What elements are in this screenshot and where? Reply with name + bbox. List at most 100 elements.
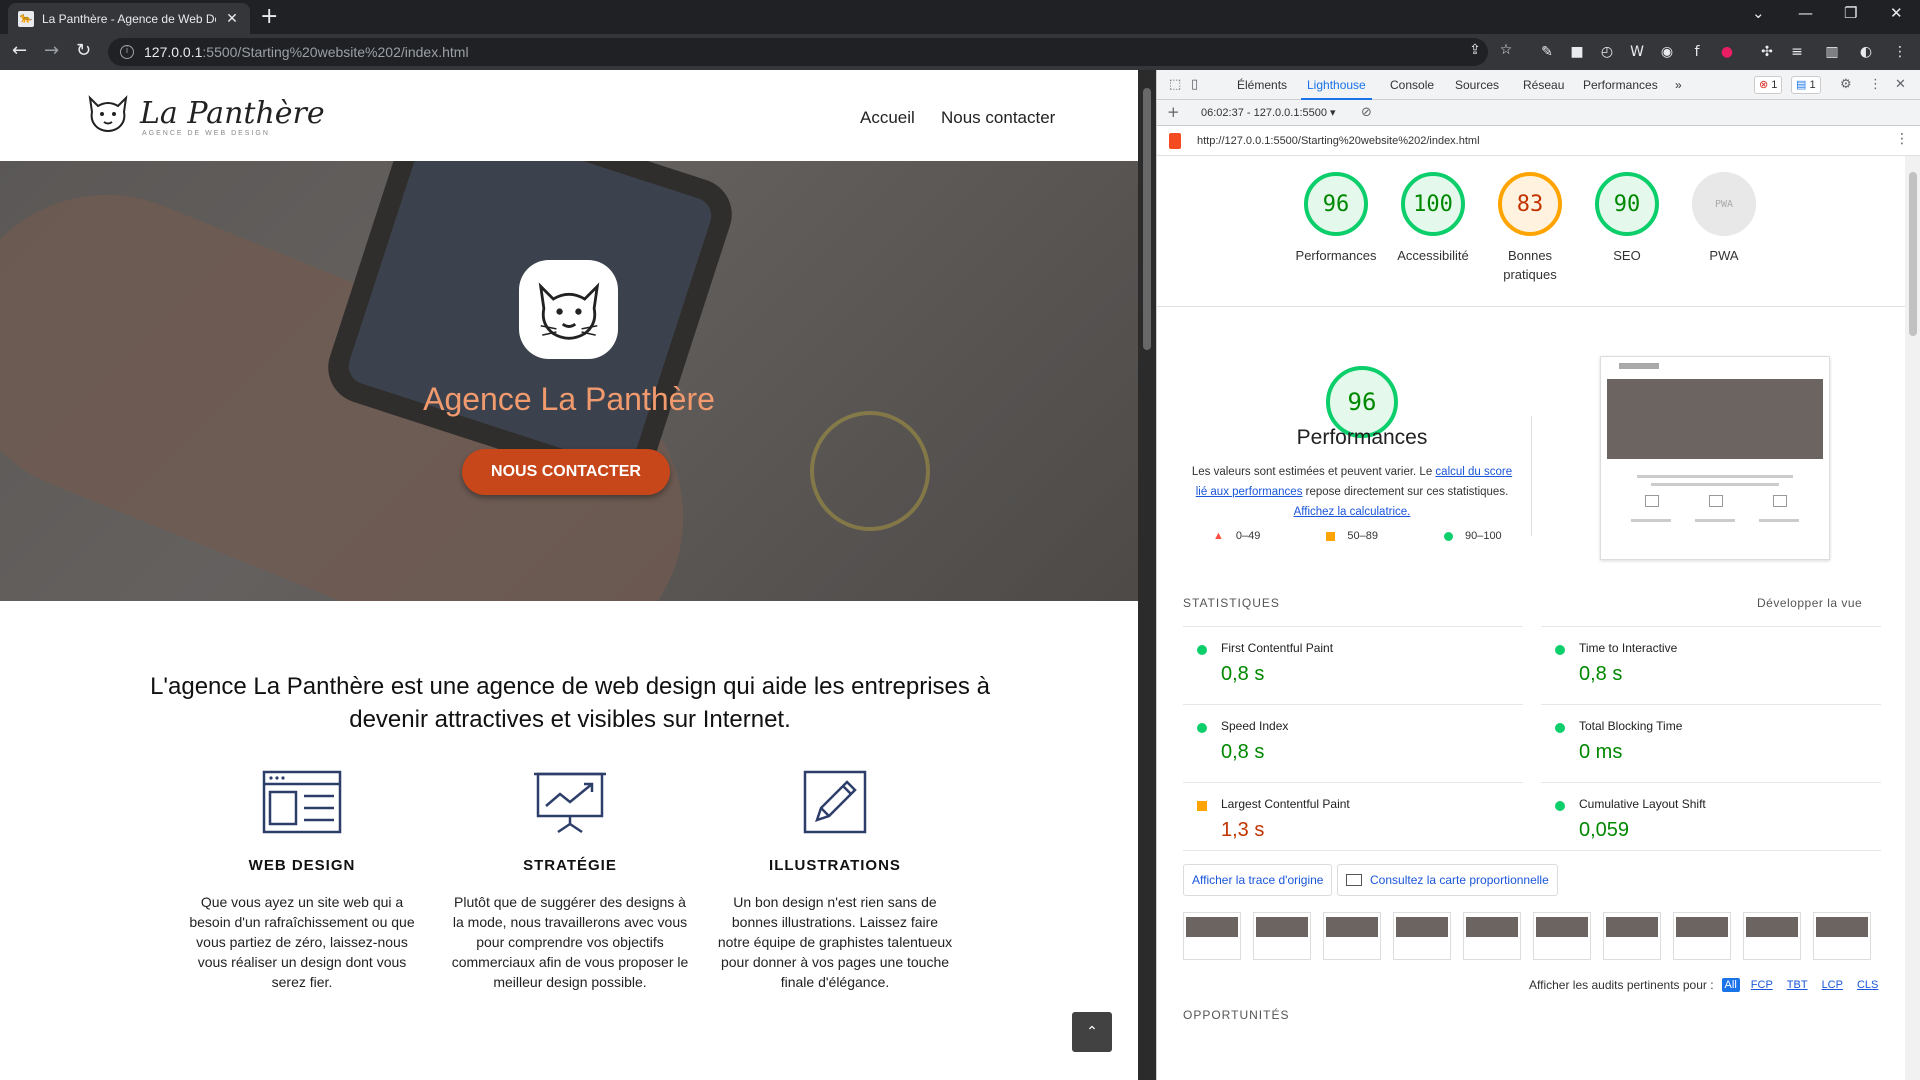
errors-badge[interactable]: ⊗ 1 bbox=[1754, 76, 1783, 94]
extension-clock-icon[interactable]: ◴ bbox=[1598, 43, 1616, 61]
share-icon[interactable]: ⇪ bbox=[1466, 41, 1484, 59]
tab-elements[interactable]: Éléments bbox=[1237, 70, 1287, 100]
extension-font-icon[interactable]: f bbox=[1688, 43, 1706, 61]
metric-name: Speed Index bbox=[1221, 719, 1289, 733]
filter-label: Afficher les audits pertinents pour : bbox=[1529, 978, 1714, 992]
service-text: Que vous ayez un site web qui a besoin d… bbox=[189, 894, 415, 990]
intro-text: L'agence La Panthère est une agence de w… bbox=[150, 673, 990, 733]
final-screenshot[interactable] bbox=[1600, 356, 1830, 560]
minimize-button[interactable]: — bbox=[1798, 4, 1813, 22]
view-trace-button[interactable]: Afficher la trace d'origine bbox=[1183, 864, 1333, 896]
nav-link-accueil[interactable]: Accueil bbox=[860, 108, 915, 128]
filmstrip-frame bbox=[1673, 912, 1731, 960]
tab-console[interactable]: Console bbox=[1390, 70, 1434, 100]
back-to-top-button[interactable]: ⌃ bbox=[1072, 1012, 1112, 1052]
metric-lcp: Largest Contentful Paint 1,3 s bbox=[1183, 782, 1523, 844]
close-tab-icon[interactable]: ✕ bbox=[224, 10, 240, 27]
tab-lighthouse[interactable]: Lighthouse bbox=[1301, 70, 1372, 100]
treemap-icon bbox=[1346, 874, 1362, 886]
clear-reports-icon[interactable]: ⊘ bbox=[1361, 105, 1372, 120]
menu-kebab-icon[interactable]: ⋮ bbox=[1891, 43, 1909, 61]
extension-eye-icon[interactable]: ◉ bbox=[1658, 43, 1676, 61]
service-text: Un bon design n'est rien sans de bonnes … bbox=[717, 894, 953, 990]
close-window-button[interactable]: ✕ bbox=[1890, 4, 1903, 22]
average-square-icon bbox=[1197, 801, 1207, 811]
tab-strip: 🐆 La Panthère - Agence de Web De ✕ + ⌄ —… bbox=[0, 0, 1920, 34]
forward-button[interactable]: → bbox=[44, 40, 59, 61]
maximize-button[interactable]: ❐ bbox=[1844, 4, 1857, 22]
service-illustrations: ILLUSTRATIONS Un bon design n'est rien s… bbox=[715, 770, 955, 992]
filmstrip-frame bbox=[1603, 912, 1661, 960]
calculator-link[interactable]: Affichez la calculatrice. bbox=[1294, 506, 1411, 518]
address-bar[interactable]: i 127.0.0.1:5500/Starting%20website%202/… bbox=[108, 38, 1488, 66]
service-title: STRATÉGIE bbox=[523, 857, 617, 874]
filter-fcp[interactable]: FCP bbox=[1748, 978, 1776, 992]
gauge-ring: 90 bbox=[1595, 172, 1659, 236]
treemap-button[interactable]: Consultez la carte proportionnelle bbox=[1337, 864, 1558, 896]
panther-logo-icon bbox=[88, 95, 128, 132]
profile-avatar[interactable]: ◐ bbox=[1857, 43, 1875, 61]
devtools-panel: ⬚ ▯ Éléments Lighthouse Console Sources … bbox=[1156, 70, 1920, 1080]
filter-lcp[interactable]: LCP bbox=[1819, 978, 1846, 992]
back-button[interactable]: ← bbox=[12, 40, 27, 61]
report-menu-icon[interactable]: ⋮ bbox=[1895, 131, 1909, 147]
new-tab-button[interactable]: + bbox=[260, 4, 278, 29]
screenshot-header bbox=[1619, 363, 1659, 369]
metric-cls: Cumulative Layout Shift 0,059 bbox=[1541, 782, 1881, 844]
side-panel-icon[interactable]: ▥ bbox=[1823, 43, 1841, 61]
metric-fcp: First Contentful Paint 0,8 s bbox=[1183, 626, 1523, 688]
extension-color-icon[interactable]: ● bbox=[1718, 43, 1736, 61]
vertical-divider bbox=[1531, 416, 1532, 536]
gauge-ring: 96 bbox=[1304, 172, 1368, 236]
site-info-icon[interactable]: i bbox=[120, 45, 134, 59]
close-devtools-icon[interactable]: ✕ bbox=[1895, 77, 1906, 92]
tab-sources[interactable]: Sources bbox=[1455, 70, 1499, 100]
bookmark-star-icon[interactable]: ☆ bbox=[1497, 41, 1515, 59]
expand-view-toggle[interactable]: Développer la vue bbox=[1757, 596, 1862, 610]
report-url[interactable]: http://127.0.0.1:5500/Starting%20website… bbox=[1197, 135, 1480, 147]
contact-button[interactable]: NOUS CONTACTER bbox=[462, 449, 670, 495]
hero-banner: Agence La Panthère NOUS CONTACTER bbox=[0, 161, 1138, 601]
lighthouse-report: 96 Performances 100 Accessibilité 83 Bon… bbox=[1157, 156, 1905, 1080]
filter-cls[interactable]: CLS bbox=[1854, 978, 1881, 992]
tab-search-icon[interactable]: ⌄ bbox=[1752, 4, 1765, 22]
page-scrollbar-thumb[interactable] bbox=[1143, 88, 1151, 350]
reading-list-icon[interactable]: ≡ bbox=[1788, 43, 1806, 61]
filmstrip-frame bbox=[1813, 912, 1871, 960]
nav-link-contact[interactable]: Nous contacter bbox=[941, 108, 1055, 128]
extension-pen-icon[interactable]: ✎ bbox=[1538, 43, 1556, 61]
devtools-menu-icon[interactable]: ⋮ bbox=[1869, 77, 1882, 92]
screenshot-hero bbox=[1607, 379, 1823, 459]
score-legend: ▲ 0–49 50–89 90–100 bbox=[1213, 530, 1502, 542]
performance-title: Performances bbox=[1296, 426, 1428, 449]
pass-circle-icon bbox=[1443, 531, 1453, 541]
tab-performance[interactable]: Performances bbox=[1583, 70, 1658, 100]
browser-tab[interactable]: 🐆 La Panthère - Agence de Web De ✕ bbox=[8, 3, 250, 34]
fail-triangle-icon: ▲ bbox=[1213, 530, 1224, 542]
extension-square-icon[interactable]: ■ bbox=[1568, 43, 1586, 61]
filter-tbt[interactable]: TBT bbox=[1784, 978, 1811, 992]
site-logo[interactable]: La Panthère AGENCE DE WEB DESIGN bbox=[86, 92, 325, 137]
settings-gear-icon[interactable]: ⚙ bbox=[1840, 77, 1852, 92]
devtools-scrollbar-thumb[interactable] bbox=[1909, 172, 1917, 336]
device-toolbar-icon[interactable]: ▯ bbox=[1191, 77, 1198, 92]
score-pwa[interactable]: PWA PWA bbox=[1664, 172, 1784, 265]
logo-tagline: AGENCE DE WEB DESIGN bbox=[142, 130, 270, 137]
new-report-icon[interactable]: + bbox=[1167, 103, 1180, 121]
extension-w-icon[interactable]: W bbox=[1628, 43, 1646, 61]
messages-badge[interactable]: ▤ 1 bbox=[1791, 76, 1821, 94]
extensions-puzzle-icon[interactable]: ✣ bbox=[1758, 43, 1776, 61]
pass-circle-icon bbox=[1555, 645, 1565, 655]
tab-network[interactable]: Réseau bbox=[1523, 70, 1564, 100]
metric-value: 0,059 bbox=[1579, 819, 1630, 841]
filter-all[interactable]: All bbox=[1721, 978, 1740, 992]
reload-button[interactable]: ↻ bbox=[76, 40, 91, 61]
panther-head-icon bbox=[538, 281, 599, 340]
report-selector[interactable]: 06:02:37 - 127.0.0.1:5500 ▾ bbox=[1201, 106, 1336, 119]
inspect-element-icon[interactable]: ⬚ bbox=[1169, 77, 1181, 92]
more-tabs-icon[interactable]: » bbox=[1675, 70, 1682, 100]
average-square-icon bbox=[1326, 531, 1336, 541]
devtools-scrollbar[interactable] bbox=[1905, 156, 1920, 1080]
filmstrip-frame bbox=[1393, 912, 1451, 960]
page-scrollbar[interactable] bbox=[1138, 70, 1156, 1080]
